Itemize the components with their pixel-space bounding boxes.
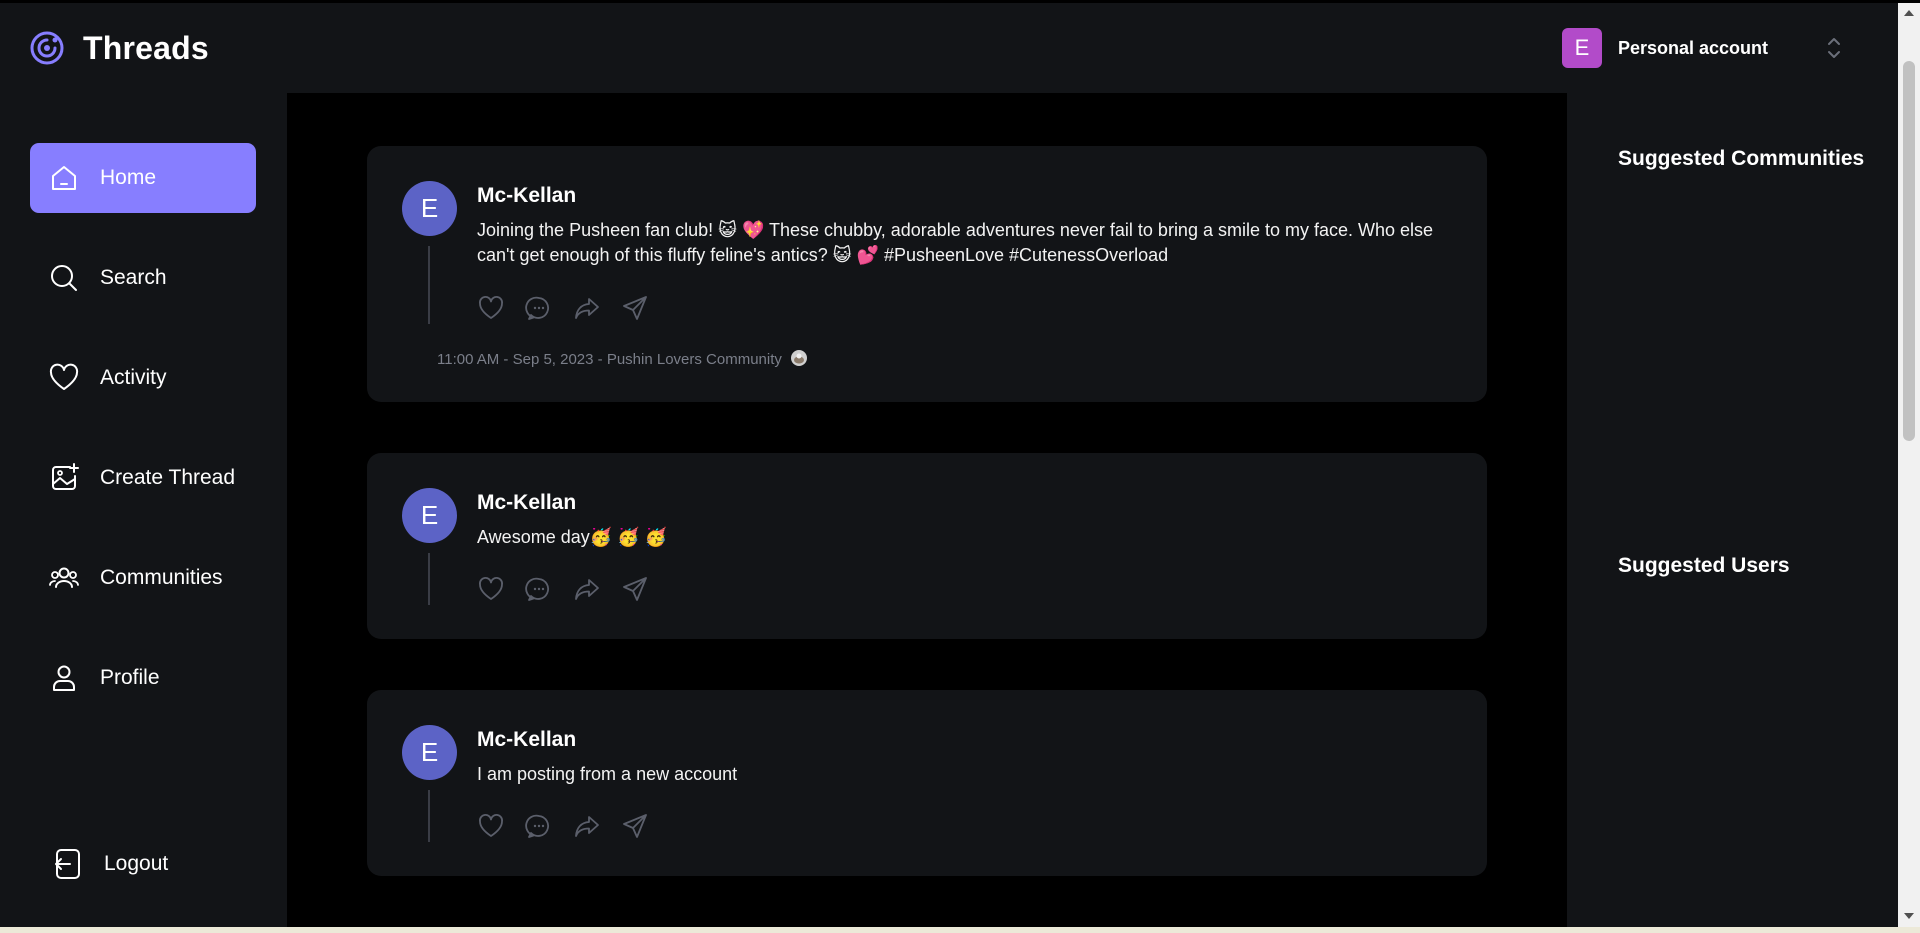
scroll-thumb[interactable] [1903, 61, 1915, 441]
thread-card[interactable]: E Mc-Kellan Awesome day🥳 🥳 🥳 [367, 453, 1487, 639]
thread-actions [477, 294, 649, 322]
threads-logo-icon [30, 31, 64, 65]
nav-label-search: Search [100, 266, 167, 289]
profile-icon [53, 665, 75, 691]
author-avatar[interactable]: E [402, 725, 457, 780]
nav-item-communities[interactable]: Communities [30, 543, 256, 613]
nav-label-communities: Communities [100, 566, 223, 589]
repost-button[interactable] [573, 812, 601, 840]
comment-icon [525, 577, 549, 601]
account-switcher[interactable]: E Personal account [1561, 28, 1842, 68]
heart-icon [479, 577, 503, 600]
send-button[interactable] [621, 812, 649, 840]
thread-feed: E Mc-Kellan Joining the Pusheen fan club… [287, 93, 1567, 933]
thread-card[interactable]: E Mc-Kellan Joining the Pusheen fan club… [367, 146, 1487, 402]
nav-label-activity: Activity [100, 366, 167, 389]
nav-item-activity[interactable]: Activity [30, 343, 256, 413]
thread-line [428, 553, 430, 605]
thread-text: Joining the Pusheen fan club! 😺 💖 These … [477, 220, 1434, 265]
suggested-communities-title: Suggested Communities [1618, 147, 1865, 170]
author-name[interactable]: Mc-Kellan [477, 728, 576, 752]
community-image-icon [791, 350, 808, 366]
thread-meta-text: 11:00 AM - Sep 5, 2023 - Pushin Lovers C… [437, 351, 782, 368]
thread-text: Awesome day🥳 🥳 🥳 [477, 527, 667, 547]
thread-actions [477, 812, 649, 840]
author-name[interactable]: Mc-Kellan [477, 491, 576, 515]
heart-icon [49, 363, 79, 390]
nav-item-create-thread[interactable]: Create Thread [30, 443, 256, 513]
scroll-down-arrow-icon[interactable] [1904, 913, 1914, 919]
thread-text: I am posting from a new account [477, 764, 738, 784]
nav-item-profile[interactable]: Profile [30, 643, 256, 713]
brand-title: Threads [83, 29, 209, 66]
nav-item-home[interactable]: Home [30, 143, 256, 213]
logout-label: Logout [104, 852, 169, 875]
page-scrollbar[interactable] [1898, 3, 1920, 927]
comment-icon [525, 296, 549, 320]
logout-icon [55, 849, 80, 879]
communities-icon [49, 567, 79, 588]
thread-card[interactable]: E Mc-Kellan I am posting from a new acco… [367, 690, 1487, 876]
reply-button[interactable] [525, 575, 553, 603]
send-button[interactable] [621, 294, 649, 322]
thread-line [428, 790, 430, 842]
nav-label-create-thread: Create Thread [100, 466, 236, 489]
like-button[interactable] [477, 575, 505, 603]
heart-icon [479, 814, 503, 837]
account-name: Personal account [1617, 37, 1768, 58]
share-icon [575, 298, 599, 319]
create-thread-icon [52, 463, 79, 490]
repost-button[interactable] [573, 294, 601, 322]
send-icon [623, 814, 647, 838]
like-button[interactable] [477, 812, 505, 840]
reply-button[interactable] [525, 294, 553, 322]
share-icon [575, 579, 599, 600]
window-bottom-border [0, 927, 1920, 933]
heart-icon [479, 296, 503, 319]
nav-label-home: Home [100, 166, 157, 189]
comment-icon [525, 814, 549, 838]
chevron-up-down-icon[interactable] [1826, 35, 1842, 61]
author-avatar[interactable]: E [402, 181, 457, 236]
send-icon [623, 296, 647, 320]
brand[interactable]: Threads [29, 30, 209, 67]
topbar: Threads E Personal account [0, 3, 1898, 93]
left-sidebar: Home Search Activity Create Thread Commu… [0, 93, 287, 933]
send-button[interactable] [621, 575, 649, 603]
nav-item-search[interactable]: Search [30, 243, 256, 313]
right-sidebar: Suggested Communities Suggested Users [1567, 93, 1898, 933]
home-icon [52, 166, 76, 190]
scroll-up-arrow-icon[interactable] [1904, 10, 1914, 16]
logout-button[interactable]: Logout [50, 847, 168, 881]
like-button[interactable] [477, 294, 505, 322]
send-icon [623, 577, 647, 601]
author-avatar[interactable]: E [402, 488, 457, 543]
thread-line [428, 246, 430, 324]
account-avatar: E [1561, 28, 1602, 68]
thread-meta[interactable]: 11:00 AM - Sep 5, 2023 - Pushin Lovers C… [437, 349, 808, 368]
nav-label-profile: Profile [100, 666, 160, 689]
thread-actions [477, 575, 649, 603]
share-icon [575, 816, 599, 837]
repost-button[interactable] [573, 575, 601, 603]
author-name[interactable]: Mc-Kellan [477, 184, 576, 208]
reply-button[interactable] [525, 812, 553, 840]
search-icon [51, 265, 77, 291]
suggested-users-title: Suggested Users [1618, 554, 1790, 577]
